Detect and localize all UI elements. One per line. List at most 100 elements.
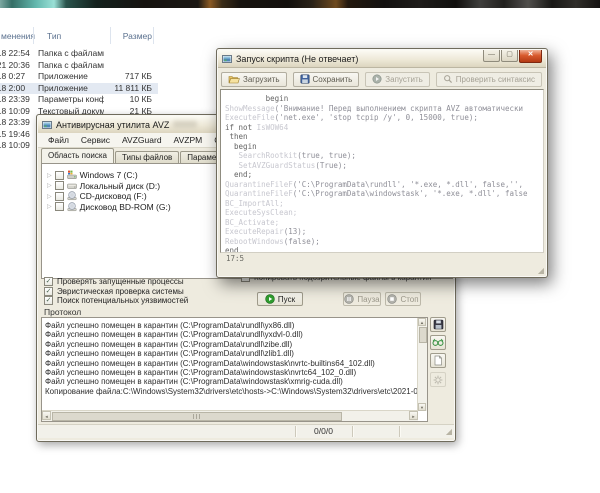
minimize-button[interactable]: — <box>483 50 500 62</box>
save-protocol-icon <box>433 319 444 330</box>
column-separator <box>33 27 34 44</box>
close-button[interactable]: ✕ <box>519 50 542 63</box>
file-type: Папка с файлами <box>38 60 104 70</box>
button-label: Пуск <box>278 295 295 304</box>
tree-checkbox[interactable] <box>55 181 64 190</box>
explorer-row[interactable]: 018 0:27Приложение717 КБ <box>0 71 158 82</box>
file-modified-date: 018 2:00 <box>0 83 33 93</box>
expand-arrow-icon[interactable]: ▷ <box>47 193 52 200</box>
save-script-button[interactable]: Сохранить <box>293 72 360 87</box>
scrollbar-thumb[interactable] <box>419 327 427 343</box>
checkbox-label: Эвристическая проверка системы <box>57 287 184 296</box>
file-modified-date: 021 20:36 <box>0 60 33 70</box>
scroll-right-icon[interactable]: ► <box>409 411 418 420</box>
run-script-button[interactable]: Запустить <box>365 72 430 87</box>
script-app-icon <box>222 54 232 64</box>
explorer-row[interactable]: 018 22:54Папка с файлами <box>0 48 158 59</box>
code-line: BC_ImportAll; <box>225 199 284 209</box>
menu-item[interactable]: Сервис <box>75 135 116 145</box>
resize-grip[interactable]: ◢ <box>538 266 544 275</box>
button-label: Пауза <box>357 295 379 304</box>
code-line: ExecuteFile('net.exe', 'stop tcpip /y', … <box>225 113 478 123</box>
expand-arrow-icon[interactable]: ▷ <box>47 172 52 179</box>
settings-button[interactable] <box>430 372 446 387</box>
protocol-line: Файл успешно помещен в карантин (C:\Prog… <box>45 368 356 377</box>
file-modified-date: 018 23:39 <box>0 117 33 127</box>
save-protocol-button[interactable] <box>430 317 446 332</box>
play-icon <box>372 74 382 84</box>
code-line: SearchRootkit(true, true); <box>225 151 356 161</box>
tree-item-label: Windows 7 (C:) <box>80 170 138 180</box>
view-button[interactable] <box>430 335 446 350</box>
protocol-log-list[interactable]: Файл успешно помещен в карантин (C:\Prog… <box>41 317 428 422</box>
protocol-line: Файл успешно помещен в карантин (C:\Prog… <box>45 377 343 386</box>
protocol-line: Файл успешно помещен в карантин (C:\Prog… <box>45 349 294 358</box>
load-script-button[interactable]: Загрузить <box>221 72 287 87</box>
quarantine-checkbox-box <box>241 278 250 282</box>
code-line: end; <box>225 170 252 180</box>
statusbar-separator <box>352 426 353 437</box>
code-line: then <box>225 132 248 142</box>
menu-item[interactable]: Файл <box>42 135 75 145</box>
protocol-horizontal-scrollbar[interactable]: ◄ ► <box>42 410 418 421</box>
pause-button[interactable]: Пауза <box>343 292 381 306</box>
file-size: 10 КБ <box>100 94 152 104</box>
scroll-left-icon[interactable]: ◄ <box>42 411 51 420</box>
explorer-column-headers: менения Тип Размер <box>0 29 170 44</box>
column-header-modified[interactable]: менения <box>1 31 35 41</box>
scan-option-checkbox[interactable]: ✓Эвристическая проверка системы <box>44 287 184 296</box>
maximize-button[interactable]: ▢ <box>501 50 518 62</box>
script-toolbar: Загрузить Сохранить Запустить Проверить син… <box>221 70 543 88</box>
stop-button[interactable]: Стоп <box>385 292 421 306</box>
explorer-row[interactable]: 018 2:00Приложение11 811 КБ <box>0 83 158 94</box>
avz-tab-strip: Область поискаТипы файловПараметры п <box>41 148 244 163</box>
cd-icon <box>67 202 77 212</box>
column-header-type[interactable]: Тип <box>47 31 61 41</box>
check-syntax-button[interactable]: Проверить синтаксис <box>436 72 542 87</box>
start-button[interactable]: Пуск <box>257 292 303 306</box>
tree-item[interactable]: ▷Локальный диск (D:) <box>47 181 160 191</box>
protocol-line: Файл успешно помещен в карантин (C:\Prog… <box>45 330 303 339</box>
tree-item[interactable]: ▷ Windows 7 (C:) <box>47 170 138 180</box>
code-line: QuarantineFileF('C:\ProgramData\rundll',… <box>225 180 523 190</box>
scroll-up-icon[interactable]: ▲ <box>418 318 426 326</box>
save-icon <box>300 74 310 84</box>
file-type: Параметры конф... <box>38 94 104 104</box>
checkbox-label: Проверять запущенные процессы <box>57 277 184 286</box>
avz-tab[interactable]: Область поиска <box>41 148 114 163</box>
tree-item[interactable]: ▷ Дисковод BD-ROM (G:) <box>47 202 171 212</box>
menu-item[interactable]: AVZPM <box>168 135 209 145</box>
avz-status-bar: 0/0/0 ◢ <box>38 424 454 438</box>
tree-item[interactable]: ▷ CD-дисковод (F:) <box>47 191 147 201</box>
button-label: Загрузить <box>243 75 280 84</box>
scroll-down-icon[interactable]: ▼ <box>418 403 426 411</box>
avz-app-icon <box>42 120 52 130</box>
explorer-row[interactable]: 021 20:36 Папка с файлами <box>0 60 158 71</box>
file-modified-date: 018 10:09 <box>0 140 33 150</box>
scrollbar-thumb[interactable] <box>52 412 342 421</box>
expand-arrow-icon[interactable]: ▷ <box>47 182 52 189</box>
scan-option-checkbox[interactable]: ✓Поиск потенциальных уязвимостей <box>44 296 188 305</box>
scan-option-checkbox[interactable]: ✓Проверять запущенные процессы <box>44 277 184 286</box>
view-glasses-icon <box>432 338 444 347</box>
explorer-row[interactable]: 018 23:39Параметры конф...10 КБ <box>0 94 158 105</box>
open-folder-icon <box>228 75 240 84</box>
code-line: QuarantineFileF('C:\ProgramData\windowst… <box>225 189 528 199</box>
avz-tab[interactable]: Типы файлов <box>115 151 179 163</box>
protocol-vertical-scrollbar[interactable]: ▲ ▼ <box>417 318 427 411</box>
button-label: Проверить синтаксис <box>456 75 535 84</box>
quarantine-checkbox[interactable]: Копировать подозрительные файлы в карант… <box>241 278 455 284</box>
column-header-size[interactable]: Размер <box>100 31 152 41</box>
tree-item-label: CD-дисковод (F:) <box>80 191 147 201</box>
tree-checkbox[interactable] <box>55 171 64 180</box>
menu-item[interactable]: AVZGuard <box>116 135 168 145</box>
tree-item-label: Дисковод BD-ROM (G:) <box>80 202 171 212</box>
script-code-editor[interactable]: beginShowMessage('Внимание! Перед выполн… <box>220 89 544 253</box>
resize-grip[interactable]: ◢ <box>446 427 452 436</box>
file-type: Приложение <box>38 83 104 93</box>
expand-arrow-icon[interactable]: ▷ <box>47 203 52 210</box>
clear-protocol-button[interactable] <box>430 353 446 368</box>
script-window-title: Запуск скрипта (Не отвечает) <box>236 54 358 64</box>
tree-checkbox[interactable] <box>55 202 64 211</box>
tree-checkbox[interactable] <box>55 192 64 201</box>
